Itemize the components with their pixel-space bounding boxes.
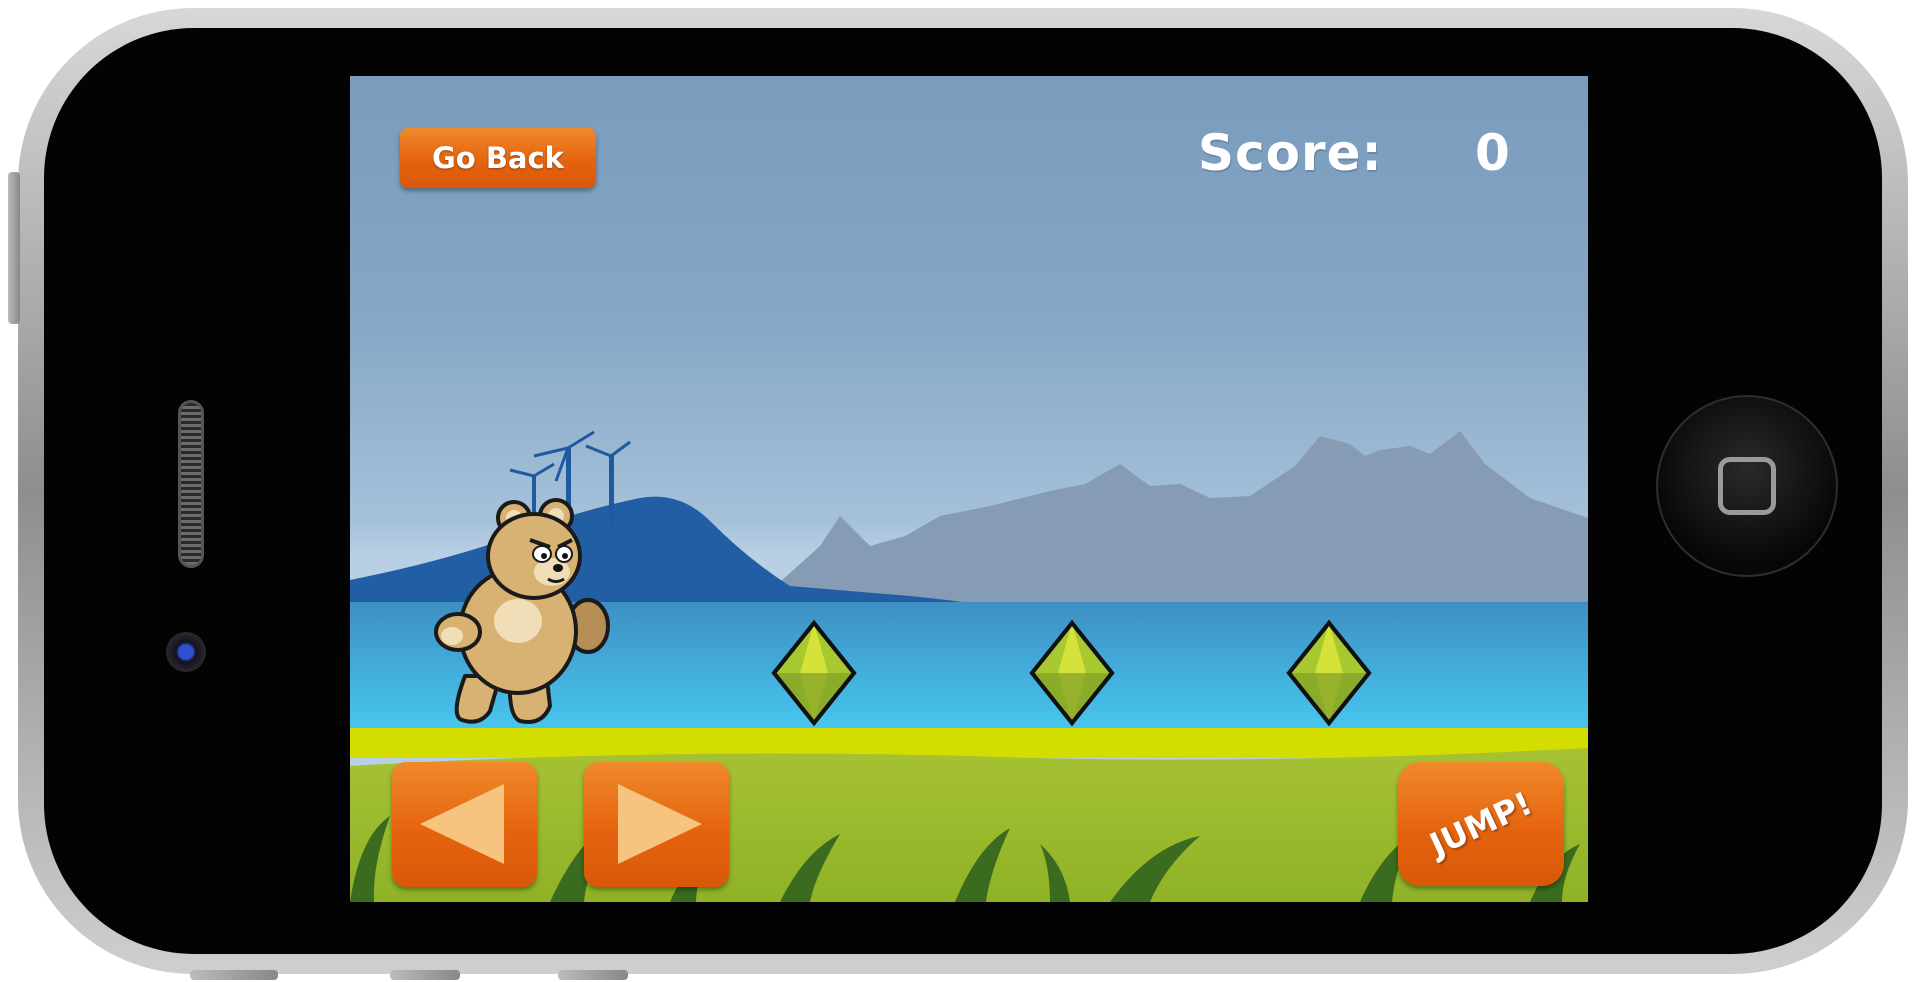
- top-button-3: [558, 970, 628, 980]
- home-button[interactable]: [1656, 395, 1838, 577]
- score-label: Score:: [1198, 124, 1383, 182]
- jump-button[interactable]: JUMP!: [1398, 762, 1564, 886]
- far-mountains: [700, 431, 1588, 616]
- left-arrow-icon: [420, 784, 504, 864]
- grass-strip: [350, 728, 1588, 758]
- right-arrow-icon: [618, 784, 702, 864]
- go-back-button[interactable]: Go Back: [400, 128, 596, 188]
- move-right-button[interactable]: [584, 762, 729, 887]
- volume-button: [8, 172, 20, 324]
- home-square-icon: [1718, 457, 1776, 515]
- top-button-2: [390, 970, 460, 980]
- move-left-button[interactable]: [392, 762, 537, 887]
- earpiece-speaker: [178, 400, 204, 568]
- front-camera: [166, 632, 206, 672]
- score-value: 0: [1475, 124, 1510, 182]
- game-screen[interactable]: Go Back Score: 0 JUMP!: [350, 76, 1588, 902]
- top-button-1: [190, 970, 278, 980]
